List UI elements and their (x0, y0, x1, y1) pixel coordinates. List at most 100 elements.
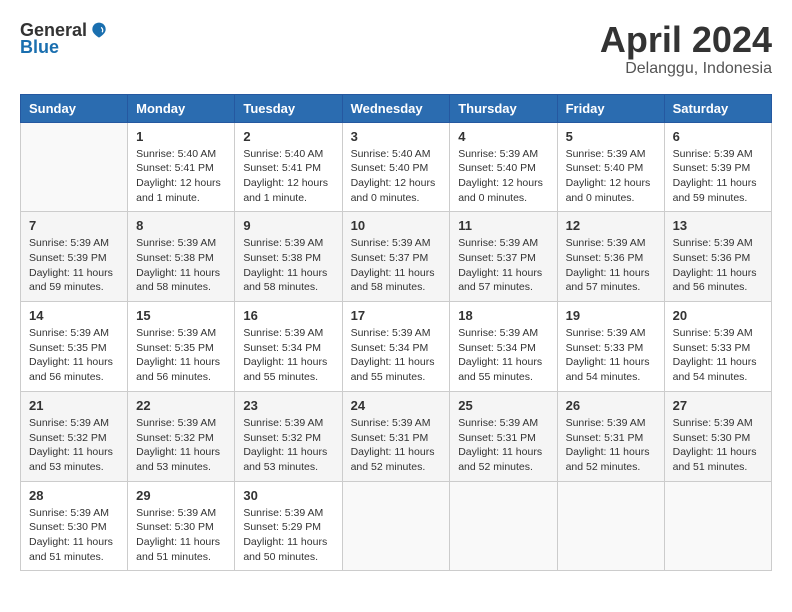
calendar-cell: 12 Sunrise: 5:39 AM Sunset: 5:36 PM Dayli… (557, 212, 664, 302)
calendar-cell: 28 Sunrise: 5:39 AM Sunset: 5:30 PM Dayli… (21, 481, 128, 571)
weekday-header-saturday: Saturday (664, 94, 771, 122)
week-row-3: 14 Sunrise: 5:39 AM Sunset: 5:35 PM Dayli… (21, 302, 772, 392)
location-title: Delanggu, Indonesia (600, 60, 772, 78)
day-info: Sunrise: 5:39 AM Sunset: 5:35 PM Dayligh… (29, 326, 119, 385)
calendar-cell: 17Sunrise: 5:39 AM Sunset: 5:34 PM Dayli… (342, 302, 450, 392)
day-info: Sunrise: 5:39 AM Sunset: 5:32 PM Dayligh… (243, 416, 333, 475)
calendar-cell: 21Sunrise: 5:39 AM Sunset: 5:32 PM Dayli… (21, 391, 128, 481)
day-info: Sunrise: 5:39 AM Sunset: 5:31 PM Dayligh… (351, 416, 442, 475)
calendar-cell: 30 Sunrise: 5:39 AM Sunset: 5:29 PM Dayli… (235, 481, 342, 571)
calendar-cell: 13 Sunrise: 5:39 AM Sunset: 5:36 PM Dayli… (664, 212, 771, 302)
weekday-header-friday: Friday (557, 94, 664, 122)
day-info: Sunrise: 5:39 AM Sunset: 5:33 PM Dayligh… (673, 326, 763, 385)
calendar-cell: 1Sunrise: 5:40 AM Sunset: 5:41 PM Daylig… (128, 122, 235, 212)
weekday-header-monday: Monday (128, 94, 235, 122)
day-info: Sunrise: 5:39 AM Sunset: 5:38 PM Dayligh… (243, 236, 333, 295)
calendar-cell: 22 Sunrise: 5:39 AM Sunset: 5:32 PM Dayli… (128, 391, 235, 481)
day-number: 3 (351, 129, 442, 144)
day-info: Sunrise: 5:39 AM Sunset: 5:30 PM Dayligh… (29, 506, 119, 565)
calendar-cell: 6Sunrise: 5:39 AM Sunset: 5:39 PM Daylig… (664, 122, 771, 212)
title-section: April 2024 Delanggu, Indonesia (600, 20, 772, 78)
day-info: Sunrise: 5:39 AM Sunset: 5:34 PM Dayligh… (351, 326, 442, 385)
day-number: 5 (566, 129, 656, 144)
calendar-cell: 7 Sunrise: 5:39 AM Sunset: 5:39 PM Daylig… (21, 212, 128, 302)
calendar-cell: 27 Sunrise: 5:39 AM Sunset: 5:30 PM Dayli… (664, 391, 771, 481)
day-number: 28 (29, 488, 119, 503)
calendar-cell: 29 Sunrise: 5:39 AM Sunset: 5:30 PM Dayli… (128, 481, 235, 571)
day-number: 21 (29, 398, 119, 413)
day-number: 22 (136, 398, 226, 413)
day-info: Sunrise: 5:39 AM Sunset: 5:40 PM Dayligh… (458, 147, 548, 206)
day-number: 7 (29, 218, 119, 233)
calendar-cell: 15 Sunrise: 5:39 AM Sunset: 5:35 PM Dayli… (128, 302, 235, 392)
calendar-cell (342, 481, 450, 571)
logo: General Blue (20, 20, 109, 58)
logo-icon (89, 21, 109, 41)
calendar-cell (450, 481, 557, 571)
day-number: 8 (136, 218, 226, 233)
day-number: 15 (136, 308, 226, 323)
weekday-header-thursday: Thursday (450, 94, 557, 122)
day-number: 13 (673, 218, 763, 233)
calendar-cell (21, 122, 128, 212)
day-number: 27 (673, 398, 763, 413)
calendar-cell (557, 481, 664, 571)
week-row-1: 1 Sunrise: 5:40 AM Sunset: 5:41 PM Daylig… (21, 122, 772, 212)
calendar-cell: 26Sunrise: 5:39 AM Sunset: 5:31 PM Dayli… (557, 391, 664, 481)
day-info: Sunrise: 5:39 AM Sunset: 5:38 PM Dayligh… (136, 236, 226, 295)
day-info: Sunrise: 5:39 AM Sunset: 5:36 PM Dayligh… (673, 236, 763, 295)
weekday-header-sunday: Sunday (21, 94, 128, 122)
day-info: Sunrise: 5:39 AM Sunset: 5:29 PM Dayligh… (243, 506, 333, 565)
day-number: 30 (243, 488, 333, 503)
day-info: Sunrise: 5:39 AM Sunset: 5:35 PM Dayligh… (136, 326, 226, 385)
day-number: 4 (458, 129, 548, 144)
day-number: 19 (566, 308, 656, 323)
day-info: Sunrise: 5:39 AM Sunset: 5:40 PM Dayligh… (566, 147, 656, 206)
day-number: 24 (351, 398, 442, 413)
day-number: 14 (29, 308, 119, 323)
day-info: Sunrise: 5:39 AM Sunset: 5:36 PM Dayligh… (566, 236, 656, 295)
calendar-cell: 2 Sunrise: 5:40 AM Sunset: 5:41 PM Daylig… (235, 122, 342, 212)
calendar-cell: 14 Sunrise: 5:39 AM Sunset: 5:35 PM Dayli… (21, 302, 128, 392)
calendar-cell: 11Sunrise: 5:39 AM Sunset: 5:37 PM Dayli… (450, 212, 557, 302)
day-number: 9 (243, 218, 333, 233)
calendar-cell: 20 Sunrise: 5:39 AM Sunset: 5:33 PM Dayli… (664, 302, 771, 392)
day-info: Sunrise: 5:39 AM Sunset: 5:31 PM Dayligh… (566, 416, 656, 475)
day-number: 2 (243, 129, 333, 144)
day-info: Sunrise: 5:39 AM Sunset: 5:33 PM Dayligh… (566, 326, 656, 385)
week-row-5: 28 Sunrise: 5:39 AM Sunset: 5:30 PM Dayli… (21, 481, 772, 571)
day-info: Sunrise: 5:39 AM Sunset: 5:30 PM Dayligh… (673, 416, 763, 475)
weekday-header-row: SundayMondayTuesdayWednesdayThursdayFrid… (21, 94, 772, 122)
calendar-cell: 9 Sunrise: 5:39 AM Sunset: 5:38 PM Daylig… (235, 212, 342, 302)
day-info: Sunrise: 5:40 AM Sunset: 5:41 PM Dayligh… (243, 147, 333, 206)
day-number: 1 (136, 129, 226, 144)
day-info: Sunrise: 5:39 AM Sunset: 5:32 PM Dayligh… (136, 416, 226, 475)
day-info: Sunrise: 5:40 AM Sunset: 5:40 PM Dayligh… (351, 147, 442, 206)
logo-blue-text: Blue (20, 37, 59, 58)
day-number: 20 (673, 308, 763, 323)
calendar-cell: 5 Sunrise: 5:39 AM Sunset: 5:40 PM Daylig… (557, 122, 664, 212)
day-info: Sunrise: 5:39 AM Sunset: 5:37 PM Dayligh… (458, 236, 548, 295)
day-info: Sunrise: 5:39 AM Sunset: 5:31 PM Dayligh… (458, 416, 548, 475)
page-header: General Blue April 2024 Delanggu, Indone… (20, 20, 772, 78)
calendar-cell: 10Sunrise: 5:39 AM Sunset: 5:37 PM Dayli… (342, 212, 450, 302)
calendar-cell: 3 Sunrise: 5:40 AM Sunset: 5:40 PM Daylig… (342, 122, 450, 212)
day-info: Sunrise: 5:39 AM Sunset: 5:34 PM Dayligh… (243, 326, 333, 385)
weekday-header-tuesday: Tuesday (235, 94, 342, 122)
calendar-table: SundayMondayTuesdayWednesdayThursdayFrid… (20, 94, 772, 572)
day-info: Sunrise: 5:39 AM Sunset: 5:34 PM Dayligh… (458, 326, 548, 385)
calendar-cell: 16Sunrise: 5:39 AM Sunset: 5:34 PM Dayli… (235, 302, 342, 392)
day-number: 23 (243, 398, 333, 413)
calendar-cell: 8 Sunrise: 5:39 AM Sunset: 5:38 PM Daylig… (128, 212, 235, 302)
day-info: Sunrise: 5:39 AM Sunset: 5:39 PM Dayligh… (29, 236, 119, 295)
day-number: 18 (458, 308, 548, 323)
calendar-cell: 23 Sunrise: 5:39 AM Sunset: 5:32 PM Dayli… (235, 391, 342, 481)
day-number: 29 (136, 488, 226, 503)
day-number: 6 (673, 129, 763, 144)
day-number: 25 (458, 398, 548, 413)
calendar-cell: 18 Sunrise: 5:39 AM Sunset: 5:34 PM Dayli… (450, 302, 557, 392)
day-number: 12 (566, 218, 656, 233)
day-number: 10 (351, 218, 442, 233)
day-info: Sunrise: 5:39 AM Sunset: 5:30 PM Dayligh… (136, 506, 226, 565)
calendar-cell: 25 Sunrise: 5:39 AM Sunset: 5:31 PM Dayli… (450, 391, 557, 481)
